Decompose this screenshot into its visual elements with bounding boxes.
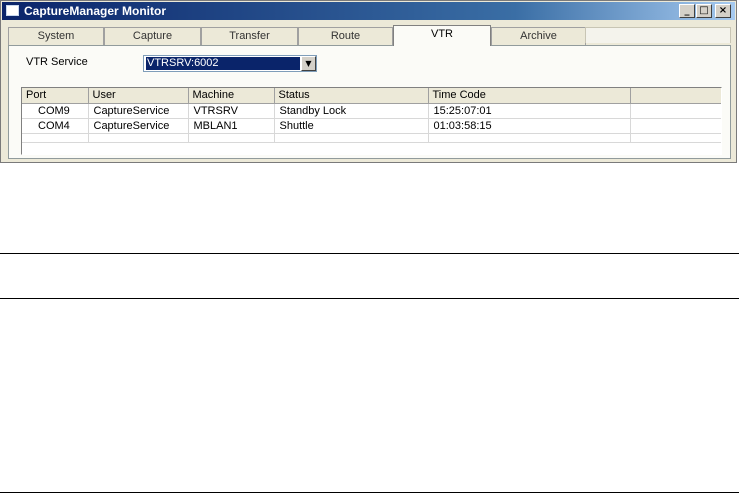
empty-cell — [22, 133, 89, 143]
cell-empty — [630, 118, 721, 134]
chevron-down-icon[interactable]: ▼ — [301, 56, 316, 71]
title-bar[interactable]: CaptureManager Monitor _ □ × — [2, 2, 735, 20]
empty-cell — [88, 133, 189, 143]
minimize-button[interactable]: _ — [679, 4, 695, 18]
vtr-service-value: VTRSRV:6002 — [146, 57, 300, 70]
horizontal-rule — [0, 492, 739, 493]
horizontal-rule — [0, 298, 739, 299]
empty-cell — [188, 133, 275, 143]
column-header-time-code[interactable]: Time Code — [428, 88, 631, 104]
table-row[interactable]: COM9 CaptureService VTRSRV Standby Lock … — [22, 103, 721, 119]
cell-time-code: 15:25:07:01 — [428, 103, 631, 119]
vtr-status-table: Port User Machine Status Time Code COM9 … — [21, 87, 722, 155]
column-header-empty[interactable] — [630, 88, 721, 104]
table-row-empty — [22, 133, 721, 143]
cell-empty — [630, 103, 721, 119]
tab-strip-filler — [585, 27, 731, 43]
tab-route[interactable]: Route — [298, 27, 393, 45]
tab-vtr[interactable]: VTR — [393, 25, 491, 46]
empty-cell — [428, 133, 631, 143]
cell-status: Standby Lock — [274, 103, 429, 119]
cell-machine: VTRSRV — [188, 103, 275, 119]
vtr-service-label: VTR Service — [26, 56, 88, 68]
vtr-service-select[interactable]: VTRSRV:6002 ▼ — [143, 55, 317, 72]
table-row[interactable]: COM4 CaptureService MBLAN1 Shuttle 01:03… — [22, 118, 721, 134]
cell-time-code: 01:03:58:15 — [428, 118, 631, 134]
maximize-button[interactable]: □ — [696, 4, 712, 18]
app-icon — [6, 5, 19, 16]
close-button[interactable]: × — [715, 4, 731, 18]
column-header-machine[interactable]: Machine — [188, 88, 275, 104]
cell-user: CaptureService — [88, 118, 189, 134]
column-header-user[interactable]: User — [88, 88, 189, 104]
window-title: CaptureManager Monitor — [24, 4, 167, 18]
cell-user: CaptureService — [88, 103, 189, 119]
column-header-status[interactable]: Status — [274, 88, 429, 104]
column-header-port[interactable]: Port — [22, 88, 89, 104]
horizontal-rule — [0, 253, 739, 254]
cell-machine: MBLAN1 — [188, 118, 275, 134]
tab-archive[interactable]: Archive — [491, 27, 586, 45]
empty-cell — [274, 133, 429, 143]
tab-system[interactable]: System — [8, 27, 104, 45]
cell-port: COM4 — [22, 118, 89, 134]
window-controls: _ □ × — [678, 4, 731, 18]
tab-transfer[interactable]: Transfer — [201, 27, 298, 45]
cell-port: COM9 — [22, 103, 89, 119]
vtr-panel: VTR Service VTRSRV:6002 ▼ Port User Mach… — [8, 45, 731, 159]
tab-capture[interactable]: Capture — [104, 27, 201, 45]
table-header: Port User Machine Status Time Code — [22, 88, 721, 104]
empty-cell — [630, 133, 721, 143]
capture-manager-window: CaptureManager Monitor _ □ × System Capt… — [0, 0, 737, 163]
cell-status: Shuttle — [274, 118, 429, 134]
